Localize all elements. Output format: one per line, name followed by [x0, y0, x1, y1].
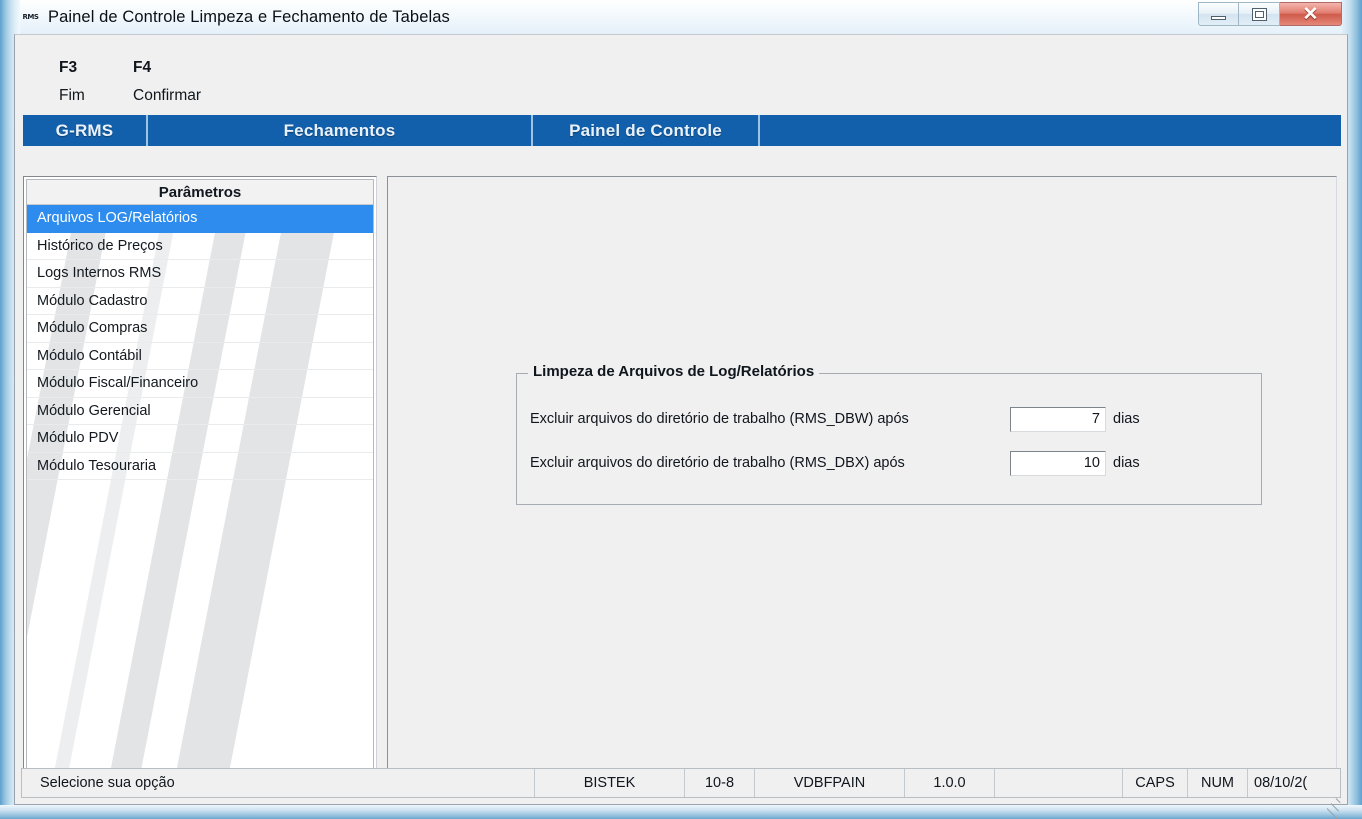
- parameters-list-header: Parâmetros: [27, 180, 373, 205]
- title-bar[interactable]: RMS Painel de Controle Limpeza e Fechame…: [0, 0, 1362, 34]
- minimize-button[interactable]: [1198, 2, 1239, 26]
- parameters-list-inner: Parâmetros Arquivos LOG/Relatórios Histó…: [26, 179, 374, 781]
- list-item-modulo-contabil[interactable]: Módulo Contábil: [27, 343, 373, 370]
- rms-app-icon: RMS: [22, 13, 39, 21]
- parameters-list-panel: Parâmetros Arquivos LOG/Relatórios Histó…: [23, 176, 377, 784]
- function-key-f3-label: Fim: [59, 87, 85, 104]
- status-program: VDBFPAIN: [755, 769, 905, 797]
- nav-segment-fechamentos[interactable]: Fechamentos: [146, 115, 531, 146]
- status-caps-indicator: CAPS: [1123, 769, 1188, 797]
- cleanup-groupbox-title: Limpeza de Arquivos de Log/Relatórios: [528, 363, 820, 380]
- function-key-f4[interactable]: F4 Confirmar: [133, 59, 201, 105]
- nav-segment-grms[interactable]: G-RMS: [23, 115, 146, 146]
- status-store: 10-8: [685, 769, 755, 797]
- client-area: F3 Fim F4 Confirmar G-RMS Fechamentos Pa…: [14, 34, 1348, 805]
- days-input-rms-dbx[interactable]: 10: [1010, 450, 1106, 476]
- list-item-logs-internos-rms[interactable]: Logs Internos RMS: [27, 260, 373, 288]
- window-controls: ✕: [1198, 2, 1342, 27]
- breadcrumb-nav-bar: G-RMS Fechamentos Painel de Controle: [23, 115, 1341, 146]
- settings-main-panel: Limpeza de Arquivos de Log/Relatórios Ex…: [387, 176, 1337, 784]
- cleanup-row-dbx-label: Excluir arquivos do diretório de trabalh…: [530, 455, 905, 471]
- function-key-f4-key: F4: [133, 59, 152, 76]
- list-item-modulo-gerencial[interactable]: Módulo Gerencial: [27, 398, 373, 425]
- nav-segment-empty: [758, 115, 1341, 146]
- list-item-modulo-pdv[interactable]: Módulo PDV: [27, 425, 373, 453]
- maximize-button[interactable]: [1239, 2, 1280, 26]
- status-date: 08/10/2(: [1254, 775, 1308, 791]
- function-key-f4-label: Confirmar: [133, 87, 202, 104]
- window-title: Painel de Controle Limpeza e Fechamento …: [48, 7, 450, 26]
- application-window: RMS Painel de Controle Limpeza e Fechame…: [0, 0, 1362, 819]
- nav-segment-painel-de-controle[interactable]: Painel de Controle: [531, 115, 758, 146]
- list-item-modulo-cadastro[interactable]: Módulo Cadastro: [27, 288, 373, 315]
- status-blank: [995, 769, 1123, 797]
- maximize-icon: [1251, 7, 1267, 21]
- function-key-f3-key: F3: [59, 59, 78, 76]
- close-icon: ✕: [1302, 3, 1319, 25]
- cleanup-groupbox: Limpeza de Arquivos de Log/Relatórios Ex…: [516, 363, 1262, 505]
- days-input-rms-dbw[interactable]: 7: [1010, 406, 1106, 432]
- days-suffix-rms-dbw: dias: [1113, 411, 1140, 427]
- list-item-modulo-compras[interactable]: Módulo Compras: [27, 315, 373, 343]
- client-inner: F3 Fim F4 Confirmar G-RMS Fechamentos Pa…: [15, 35, 1347, 804]
- list-item-historico-de-precos[interactable]: Histórico de Preços: [27, 233, 373, 260]
- days-suffix-rms-dbx: dias: [1113, 455, 1140, 471]
- status-num-indicator: NUM: [1188, 769, 1248, 797]
- list-item-modulo-fiscal-financeiro[interactable]: Módulo Fiscal/Financeiro: [27, 370, 373, 398]
- close-button[interactable]: ✕: [1280, 2, 1342, 26]
- minimize-icon: [1211, 16, 1226, 20]
- cleanup-row-dbx: Excluir arquivos do diretório de trabalh…: [517, 450, 1261, 476]
- frame-bottom-edge: [0, 805, 1362, 819]
- parameters-list-rows: Arquivos LOG/Relatórios Histórico de Pre…: [27, 205, 373, 480]
- body-area: Parâmetros Arquivos LOG/Relatórios Histó…: [15, 146, 1347, 784]
- status-message: Selecione sua opção: [22, 769, 535, 797]
- status-version: 1.0.0: [905, 769, 995, 797]
- cleanup-row-dbw: Excluir arquivos do diretório de trabalh…: [517, 406, 1261, 432]
- list-item-arquivos-log-relatorios[interactable]: Arquivos LOG/Relatórios: [27, 205, 373, 233]
- function-key-toolbar: F3 Fim F4 Confirmar: [15, 35, 1347, 112]
- cleanup-row-dbw-label: Excluir arquivos do diretório de trabalh…: [530, 411, 909, 427]
- function-key-f3[interactable]: F3 Fim: [59, 59, 85, 105]
- list-item-modulo-tesouraria[interactable]: Módulo Tesouraria: [27, 453, 373, 480]
- status-company: BISTEK: [535, 769, 685, 797]
- status-bar: Selecione sua opção BISTEK 10-8 VDBFPAIN…: [21, 768, 1341, 798]
